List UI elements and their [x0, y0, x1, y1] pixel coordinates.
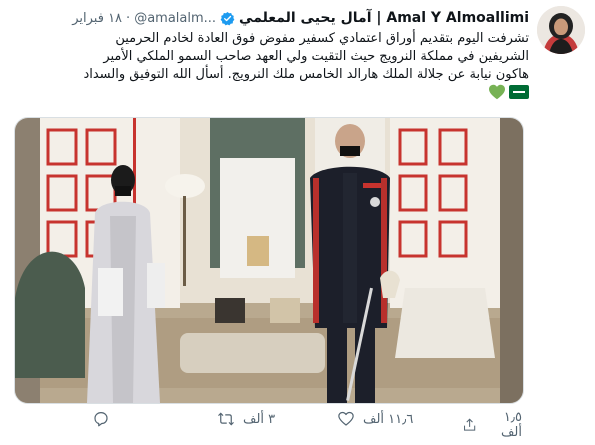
tweet[interactable]: Amal Y Almoallimi | آمال يحيى المعلمي @a… [0, 0, 595, 445]
green-heart-icon [489, 84, 505, 100]
tweet-photo[interactable] [14, 117, 524, 404]
tweet-header: Amal Y Almoallimi | آمال يحيى المعلمي @a… [9, 10, 529, 26]
verified-badge-icon [220, 11, 235, 25]
like-action[interactable]: ١١٫٦ ألف [337, 410, 413, 428]
like-count: ١١٫٦ ألف [363, 411, 414, 427]
emoji-row [19, 84, 529, 100]
tweet-text-line: الشريفين في مملكة النرويج حيث التقيت ولي… [103, 49, 529, 64]
avatar[interactable] [537, 6, 585, 54]
separator-dot: · [126, 10, 131, 26]
retweet-action[interactable]: ٣ ألف [217, 410, 275, 428]
share-count: ١٫٥ ألف [500, 410, 522, 440]
reply-action[interactable] [92, 410, 118, 428]
tweet-actions: ٣ ألف ١١٫٦ ألف ١٫٥ ألف [14, 410, 522, 440]
heart-icon [338, 411, 354, 426]
photo-image [15, 118, 523, 403]
share-action[interactable]: ١٫٥ ألف [462, 410, 522, 440]
reply-icon [94, 412, 108, 427]
user-handle[interactable]: @amalalm... [134, 11, 216, 26]
share-icon [464, 418, 476, 431]
display-name[interactable]: Amal Y Almoallimi | آمال يحيى المعلمي [239, 10, 529, 26]
tweet-date[interactable]: ١٨ فبراير [72, 11, 122, 26]
tweet-text-line: تشرفت اليوم بتقديم أوراق اعتمادي كسفير م… [115, 31, 529, 46]
tweet-text: تشرفت اليوم بتقديم أوراق اعتمادي كسفير م… [19, 30, 529, 100]
saudi-flag-icon [509, 85, 529, 99]
tweet-text-line: هاكون نيابة عن جلالة الملك هارالد الخامس… [83, 67, 529, 82]
retweet-icon [218, 412, 234, 426]
avatar-image [537, 6, 585, 54]
retweet-count: ٣ ألف [243, 411, 276, 427]
